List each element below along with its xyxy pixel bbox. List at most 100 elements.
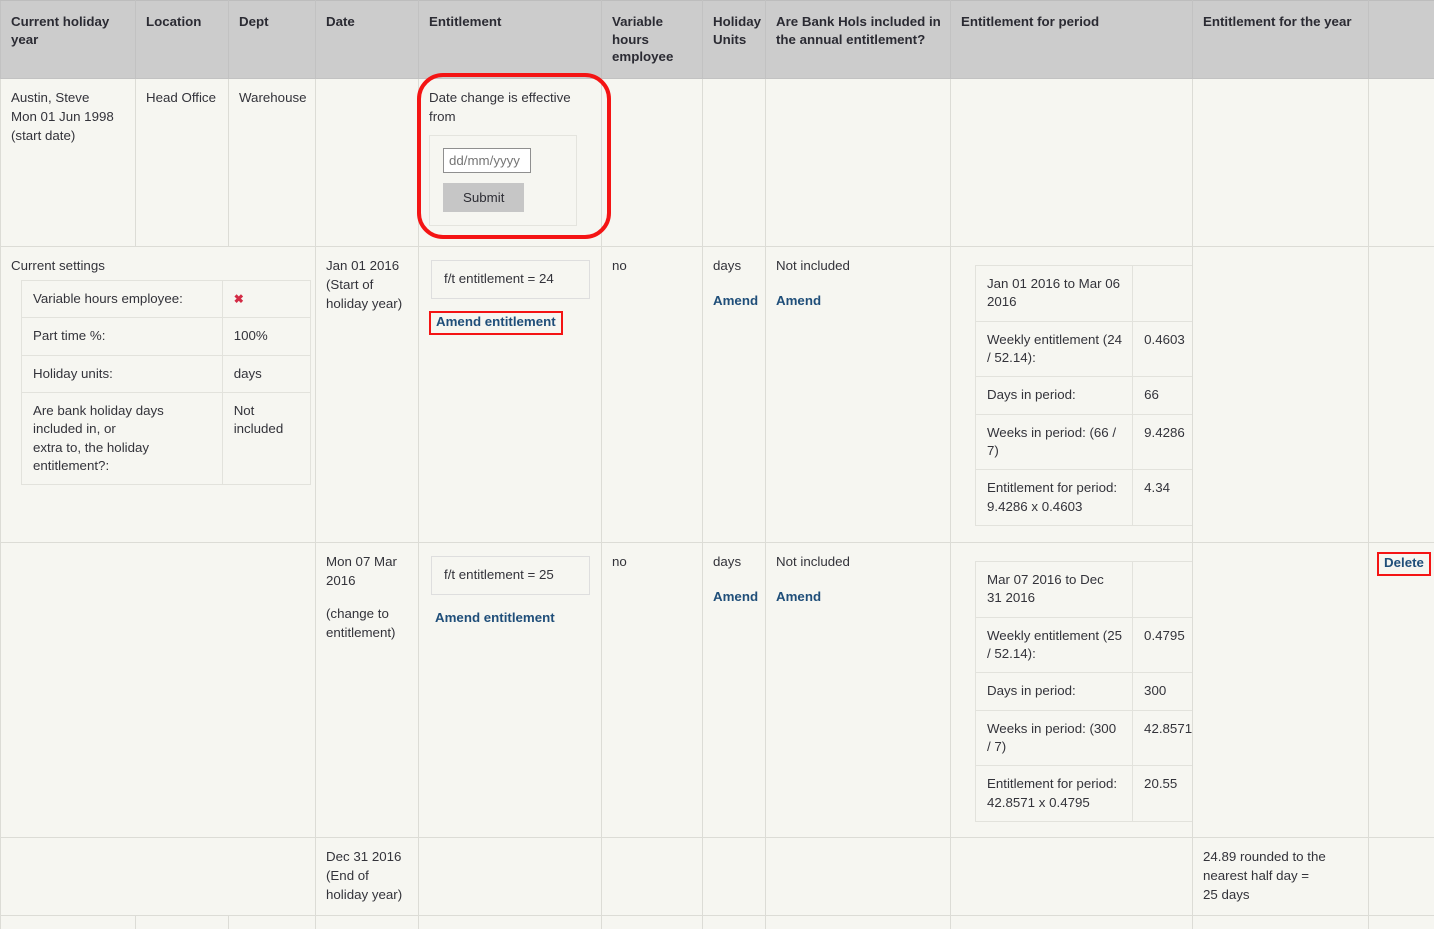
amend-holiday-units-link[interactable]: Amend	[713, 589, 758, 604]
col-entitlement-for-the-year: Entitlement for the year	[1192, 0, 1369, 80]
cell-dept: Sales	[228, 914, 316, 929]
highlight-annotation-delete: Delete	[1377, 552, 1431, 576]
amend-entitlement-link[interactable]: Amend entitlement	[435, 610, 555, 625]
cell-holiday-units-empty	[702, 914, 766, 929]
col-entitlement: Entitlement	[418, 0, 602, 80]
cell-holiday-units: days Amend	[702, 246, 766, 544]
col-current-holiday-year: Current holiday year	[0, 0, 136, 80]
cell-date-empty	[315, 78, 419, 248]
date-note: (change to entitlement)	[326, 605, 396, 640]
cell-current-settings: Current settings Variable hours employee…	[0, 246, 316, 544]
amend-bank-hols-link[interactable]: Amend	[776, 293, 821, 308]
employee-start-note: (start date)	[11, 127, 76, 143]
cell-date-change-form: Date change is effective from Submit	[417, 73, 611, 248]
period-row: Days in period: 66	[974, 376, 1207, 415]
period-key: Weekly entitlement (24 / 52.14):	[974, 320, 1134, 378]
period-row: Entitlement for period: 42.8571 x 0.4795…	[974, 765, 1207, 823]
entitlement-value: f/t entitlement = 25	[431, 556, 590, 595]
amend-entitlement-link[interactable]: Amend entitlement	[436, 314, 556, 329]
cell-location: Head Office	[135, 78, 229, 248]
cell-actions: Delete	[1368, 542, 1434, 839]
employee-start-date: Mon 01 Jun 1998	[11, 108, 114, 124]
cell-bank-hols-empty	[765, 837, 951, 916]
holiday-entitlement-table: Current holiday year Location Dept Date …	[0, 0, 1434, 929]
period-row: Mar 07 2016 to Dec 31 2016	[974, 561, 1207, 618]
col-variable-hours-employee: Variable hours employee	[601, 0, 703, 80]
cell-entitlement-for-the-year: 24.89 rounded to the nearest half day = …	[1192, 837, 1369, 916]
cell-entitlement-for-period: Mar 07 2016 to Dec 31 2016 Weekly entitl…	[950, 542, 1207, 839]
table-row: Bach, Luke Wed 25 Jul 2007 Sales (London…	[0, 914, 1434, 929]
period-row: Weeks in period: (300 / 7) 42.8571	[974, 709, 1207, 767]
employee-name: Bach, Luke	[11, 926, 126, 929]
cross-icon: ✖	[233, 291, 244, 306]
amend-holiday-units-link[interactable]: Amend	[713, 293, 758, 308]
settings-row: Part time %: 100%	[21, 317, 312, 356]
date-change-label: Date change is effective from	[429, 90, 571, 124]
period-row: Jan 01 2016 to Mar 06 2016	[974, 265, 1207, 322]
cell-entitlement: f/t entitlement = 25 Amend entitlement	[418, 542, 602, 839]
date-note: (Start of holiday year)	[326, 276, 403, 311]
period-row: Weeks in period: (66 / 7) 9.4286	[974, 413, 1207, 471]
table-row: Mon 07 Mar 2016 (change to entitlement) …	[0, 542, 1434, 839]
date-note: (End of holiday year)	[326, 867, 403, 902]
holiday-units-value: days	[713, 554, 742, 570]
cell-period-empty	[950, 78, 1193, 248]
cell-bank-hols-empty	[765, 914, 951, 929]
cell-empty-left	[0, 542, 316, 839]
cell-variable-hours: no	[601, 246, 703, 544]
cell-variable-hours-empty	[601, 914, 703, 929]
cell-date-empty	[315, 914, 419, 929]
cell-period-empty	[950, 837, 1193, 916]
cell-employee-info: Austin, Steve Mon 01 Jun 1998 (start dat…	[0, 78, 136, 248]
cell-date-change-form: Date change is effective from	[418, 914, 602, 929]
cell-actions-empty	[1368, 837, 1434, 916]
settings-value: ✖	[221, 279, 312, 319]
cell-holiday-units: days Amend	[702, 542, 766, 839]
period-key: Weeks in period: (66 / 7)	[974, 413, 1134, 471]
highlight-annotation-amend-entitlement: Amend entitlement	[429, 310, 563, 335]
cell-location: Sales (London)	[135, 914, 229, 929]
cell-holiday-units-empty	[702, 78, 766, 248]
date-value: Dec 31 2016	[326, 849, 402, 865]
current-settings-block: Current settings Variable hours employee…	[11, 257, 312, 486]
period-row: Weekly entitlement (24 / 52.14): 0.4603	[974, 320, 1207, 378]
col-entitlement-for-period: Entitlement for period	[950, 0, 1193, 80]
col-date: Date	[315, 0, 419, 80]
cell-actions-empty	[1368, 246, 1434, 544]
cell-date: Jan 01 2016 (Start of holiday year)	[315, 246, 419, 544]
settings-row: Holiday units: days	[21, 354, 312, 393]
cell-actions-empty	[1368, 914, 1434, 929]
col-bank-hols-included: Are Bank Hols included in the annual ent…	[765, 0, 951, 80]
amend-bank-hols-link[interactable]: Amend	[776, 589, 821, 604]
cell-employee-info: Bach, Luke Wed 25 Jul 2007	[0, 914, 136, 929]
settings-key: Holiday units:	[21, 354, 223, 393]
settings-row: Variable hours employee: ✖	[21, 279, 312, 319]
settings-key: Part time %:	[21, 317, 223, 356]
period-key: Days in period:	[974, 672, 1134, 711]
settings-key: Variable hours employee:	[21, 279, 223, 319]
delete-link[interactable]: Delete	[1384, 555, 1424, 570]
cell-date: Mon 07 Mar 2016 (change to entitlement)	[315, 542, 419, 839]
date-input[interactable]	[443, 147, 531, 173]
period-key: Weeks in period: (300 / 7)	[974, 709, 1134, 767]
date-value: Mon 07 Mar 2016	[326, 554, 397, 588]
entitlement-table-page: Current holiday year Location Dept Date …	[0, 0, 1434, 929]
cell-entitlement-for-period: Jan 01 2016 to Mar 06 2016 Weekly entitl…	[950, 246, 1207, 544]
period-key: Entitlement for period: 42.8571 x 0.4795	[974, 765, 1134, 823]
table-row: Current settings Variable hours employee…	[0, 246, 1434, 544]
period-key: Days in period:	[974, 376, 1134, 415]
col-holiday-units: Holiday Units	[702, 0, 766, 80]
col-dept: Dept	[228, 0, 316, 80]
date-value: Jan 01 2016	[326, 258, 400, 274]
submit-button[interactable]: Submit	[443, 182, 525, 212]
bank-hols-value: Not included	[776, 258, 850, 274]
settings-value: Not included	[221, 391, 312, 486]
period-key: Weekly entitlement (25 / 52.14):	[974, 616, 1134, 674]
cell-year-empty	[1192, 914, 1369, 929]
cell-holiday-units-empty	[702, 837, 766, 916]
cell-date: Dec 31 2016 (End of holiday year)	[315, 837, 419, 916]
cell-bank-hols-empty	[765, 78, 951, 248]
current-settings-table: Variable hours employee: ✖ Part time %: …	[21, 279, 312, 486]
cell-dept: Warehouse	[228, 78, 316, 248]
cell-year-empty	[1192, 246, 1369, 544]
